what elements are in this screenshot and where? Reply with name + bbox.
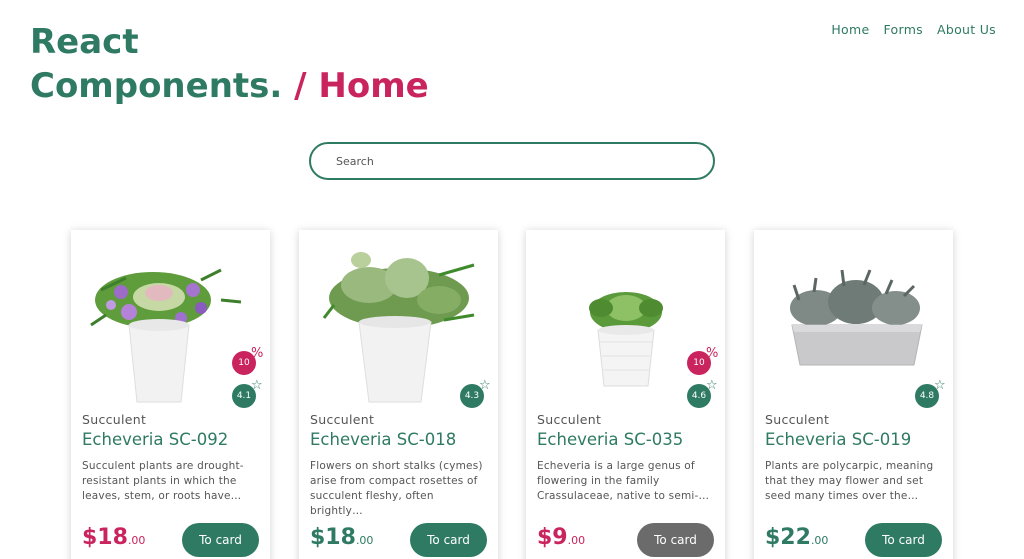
product-image [71, 230, 270, 405]
search-input[interactable] [309, 142, 715, 180]
to-card-button[interactable]: To card [182, 523, 259, 557]
product-description: Plants are polycarpic, meaning that they… [765, 460, 934, 502]
percent-icon: % [706, 346, 719, 361]
price-main: $9 [537, 525, 568, 550]
star-icon: ☆ [251, 378, 263, 393]
title-line-1: React [30, 22, 139, 62]
product-name[interactable]: Echeveria SC-092 [82, 430, 228, 449]
product-category: Succulent [310, 412, 375, 427]
price-main: $22 [765, 525, 811, 550]
breadcrumb-current: Home [318, 66, 429, 106]
to-card-button[interactable]: To card [410, 523, 487, 557]
product-card: 10 % 4.1 ☆ Succulent Echeveria SC-092 Su… [71, 230, 270, 559]
product-description: Flowers on short stalks (cymes) arise fr… [310, 460, 483, 517]
product-image [754, 230, 953, 405]
product-name[interactable]: Echeveria SC-019 [765, 430, 911, 449]
price-main: $18 [310, 525, 356, 550]
product-description: Succulent plants are drought-resistant p… [82, 460, 244, 502]
product-card: 4.3 ☆ Succulent Echeveria SC-018 Flowers… [299, 230, 498, 559]
product-name[interactable]: Echeveria SC-018 [310, 430, 456, 449]
product-category: Succulent [537, 412, 602, 427]
price-cents: .00 [810, 534, 829, 547]
price-main: $18 [82, 525, 128, 550]
product-card: 4.8 ☆ Succulent Echeveria SC-019 Plants … [754, 230, 953, 559]
top-nav: Home Forms About Us [831, 22, 996, 37]
to-card-button[interactable]: To card [637, 523, 714, 557]
nav-link-forms[interactable]: Forms [883, 22, 923, 37]
nav-link-about[interactable]: About Us [937, 22, 996, 37]
to-card-button[interactable]: To card [865, 523, 942, 557]
title-text: Components. [30, 66, 283, 106]
star-icon: ☆ [934, 378, 946, 393]
page-title: React Components. / Home [30, 20, 429, 108]
product-price: $18.00 [82, 525, 145, 550]
product-image [299, 230, 498, 405]
product-category: Succulent [82, 412, 147, 427]
product-price: $22.00 [765, 525, 828, 550]
product-price: $18.00 [310, 525, 373, 550]
breadcrumb-separator: / [294, 66, 307, 106]
product-name[interactable]: Echeveria SC-035 [537, 430, 683, 449]
title-line-2: Components. / Home [30, 64, 429, 108]
price-cents: .00 [127, 534, 146, 547]
nav-link-home[interactable]: Home [831, 22, 869, 37]
percent-icon: % [251, 346, 264, 361]
product-price: $9.00 [537, 525, 585, 550]
product-card: 10 % 4.6 ☆ Succulent Echeveria SC-035 Ec… [526, 230, 725, 559]
price-cents: .00 [567, 534, 586, 547]
product-category: Succulent [765, 412, 830, 427]
product-description: Echeveria is a large genus of flowering … [537, 460, 710, 502]
product-image [526, 230, 725, 405]
price-cents: .00 [355, 534, 374, 547]
star-icon: ☆ [706, 378, 718, 393]
star-icon: ☆ [479, 378, 491, 393]
